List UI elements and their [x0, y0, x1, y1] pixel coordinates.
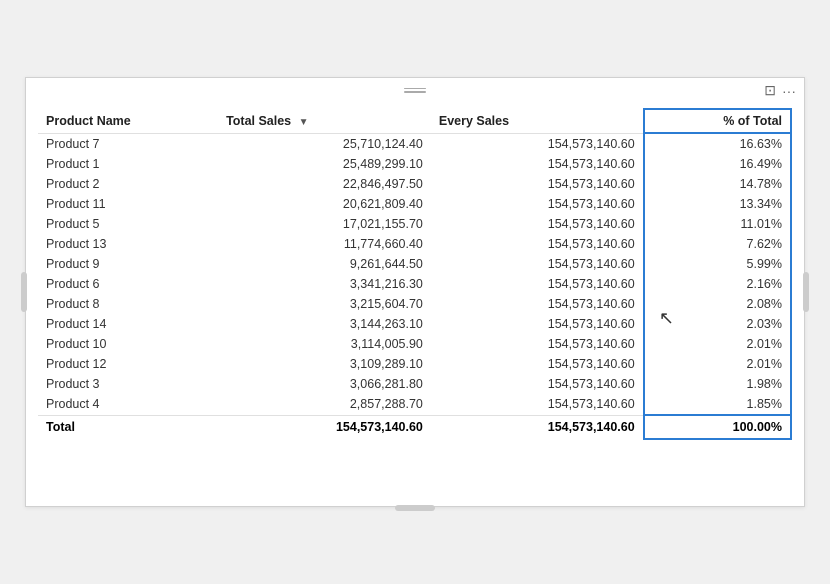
cell-pct-total: 2.16% — [644, 274, 791, 294]
cell-product-name: Product 8 — [38, 294, 218, 314]
cell-product-name: Product 3 — [38, 374, 218, 394]
cell-product-name: Product 6 — [38, 274, 218, 294]
table-row: Product 5 17,021,155.70 154,573,140.60 1… — [38, 214, 791, 234]
cell-pct-total: 1.98% — [644, 374, 791, 394]
resize-handle-left[interactable] — [21, 272, 27, 312]
cell-pct-total: 14.78% — [644, 174, 791, 194]
cell-every-sales: 154,573,140.60 — [431, 234, 644, 254]
cell-every-sales: 154,573,140.60 — [431, 154, 644, 174]
cell-total-sales: 3,114,005.90 — [218, 334, 431, 354]
cell-every-sales: 154,573,140.60 — [431, 133, 644, 154]
resize-handle-right[interactable] — [803, 272, 809, 312]
table-footer-row: Total 154,573,140.60 154,573,140.60 100.… — [38, 415, 791, 439]
table-row: Product 10 3,114,005.90 154,573,140.60 2… — [38, 334, 791, 354]
table-row: Product 3 3,066,281.80 154,573,140.60 1.… — [38, 374, 791, 394]
cell-total-sales: 22,846,497.50 — [218, 174, 431, 194]
sort-icon: ▼ — [299, 117, 309, 128]
report-window: ⊡ ··· Product Name Total Sales ▼ Every S… — [25, 77, 805, 507]
table-row: Product 13 11,774,660.40 154,573,140.60 … — [38, 234, 791, 254]
cell-total-sales: 11,774,660.40 — [218, 234, 431, 254]
cell-every-sales: 154,573,140.60 — [431, 194, 644, 214]
cell-pct-total: 16.63% — [644, 133, 791, 154]
table-row: Product 14 3,144,263.10 154,573,140.60 2… — [38, 314, 791, 334]
drag-handle-area[interactable] — [400, 87, 430, 93]
data-table: Product Name Total Sales ▼ Every Sales %… — [38, 108, 792, 440]
col-header-pct-total: % of Total — [644, 109, 791, 133]
top-bar-actions: ⊡ ··· — [764, 82, 796, 99]
cell-total-sales: 3,066,281.80 — [218, 374, 431, 394]
table-row: Product 1 25,489,299.10 154,573,140.60 1… — [38, 154, 791, 174]
table-row: Product 2 22,846,497.50 154,573,140.60 1… — [38, 174, 791, 194]
table-row: Product 6 3,341,216.30 154,573,140.60 2.… — [38, 274, 791, 294]
more-options-icon[interactable]: ··· — [782, 83, 796, 99]
cell-every-sales: 154,573,140.60 — [431, 174, 644, 194]
cell-product-name: Product 13 — [38, 234, 218, 254]
cell-total-sales: 17,021,155.70 — [218, 214, 431, 234]
table-row: Product 4 2,857,288.70 154,573,140.60 1.… — [38, 394, 791, 415]
cell-product-name: Product 11 — [38, 194, 218, 214]
cell-pct-total: 5.99% — [644, 254, 791, 274]
col-header-name: Product Name — [38, 109, 218, 133]
cell-total-sales: 3,109,289.10 — [218, 354, 431, 374]
cell-every-sales: 154,573,140.60 — [431, 254, 644, 274]
table-body: Product 7 25,710,124.40 154,573,140.60 1… — [38, 133, 791, 415]
col-header-every-sales: Every Sales — [431, 109, 644, 133]
cell-pct-total: 7.62% — [644, 234, 791, 254]
cell-pct-total: 2.01% — [644, 354, 791, 374]
table-row: Product 7 25,710,124.40 154,573,140.60 1… — [38, 133, 791, 154]
table-row: Product 11 20,621,809.40 154,573,140.60 … — [38, 194, 791, 214]
table-row: Product 12 3,109,289.10 154,573,140.60 2… — [38, 354, 791, 374]
footer-label: Total — [38, 415, 218, 439]
cell-product-name: Product 5 — [38, 214, 218, 234]
table-container: Product Name Total Sales ▼ Every Sales %… — [26, 102, 804, 452]
cell-every-sales: 154,573,140.60 — [431, 354, 644, 374]
cell-total-sales: 3,341,216.30 — [218, 274, 431, 294]
cell-product-name: Product 2 — [38, 174, 218, 194]
cell-every-sales: 154,573,140.60 — [431, 274, 644, 294]
cell-product-name: Product 7 — [38, 133, 218, 154]
cell-product-name: Product 14 — [38, 314, 218, 334]
footer-pct-total: 100.00% — [644, 415, 791, 439]
cell-total-sales: 9,261,644.50 — [218, 254, 431, 274]
cell-every-sales: 154,573,140.60 — [431, 374, 644, 394]
footer-total-sales: 154,573,140.60 — [218, 415, 431, 439]
table-row: Product 9 9,261,644.50 154,573,140.60 5.… — [38, 254, 791, 274]
cell-total-sales: 25,489,299.10 — [218, 154, 431, 174]
cell-total-sales: 2,857,288.70 — [218, 394, 431, 415]
cell-pct-total: 1.85% — [644, 394, 791, 415]
drag-handle[interactable] — [400, 87, 430, 93]
cell-every-sales: 154,573,140.60 — [431, 314, 644, 334]
cell-pct-total: 2.03% — [644, 314, 791, 334]
cell-product-name: Product 4 — [38, 394, 218, 415]
cell-product-name: Product 1 — [38, 154, 218, 174]
cell-pct-total: 2.08% — [644, 294, 791, 314]
cell-total-sales: 3,215,604.70 — [218, 294, 431, 314]
cell-product-name: Product 12 — [38, 354, 218, 374]
cell-pct-total: 11.01% — [644, 214, 791, 234]
cell-every-sales: 154,573,140.60 — [431, 334, 644, 354]
cell-every-sales: 154,573,140.60 — [431, 294, 644, 314]
resize-handle-bottom[interactable] — [395, 505, 435, 511]
table-footer: Total 154,573,140.60 154,573,140.60 100.… — [38, 415, 791, 439]
cell-pct-total: 2.01% — [644, 334, 791, 354]
cell-pct-total: 16.49% — [644, 154, 791, 174]
table-header-row: Product Name Total Sales ▼ Every Sales %… — [38, 109, 791, 133]
cell-every-sales: 154,573,140.60 — [431, 394, 644, 415]
cell-pct-total: 13.34% — [644, 194, 791, 214]
top-bar: ⊡ ··· — [26, 78, 804, 102]
cell-total-sales: 3,144,263.10 — [218, 314, 431, 334]
expand-icon[interactable]: ⊡ — [764, 82, 776, 99]
cell-every-sales: 154,573,140.60 — [431, 214, 644, 234]
col-header-total-sales[interactable]: Total Sales ▼ — [218, 109, 431, 133]
cell-product-name: Product 9 — [38, 254, 218, 274]
cell-total-sales: 25,710,124.40 — [218, 133, 431, 154]
cell-product-name: Product 10 — [38, 334, 218, 354]
cell-total-sales: 20,621,809.40 — [218, 194, 431, 214]
footer-every-sales: 154,573,140.60 — [431, 415, 644, 439]
table-row: Product 8 3,215,604.70 154,573,140.60 2.… — [38, 294, 791, 314]
